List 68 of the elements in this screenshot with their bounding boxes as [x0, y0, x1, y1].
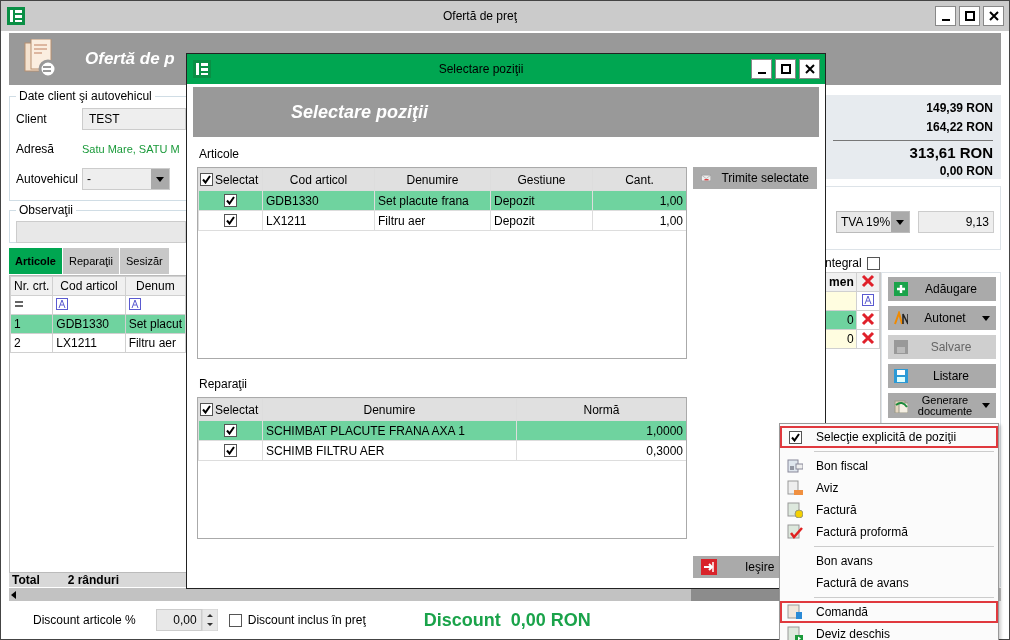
column-header[interactable]: Cod articol — [52, 276, 126, 296]
discount-label: Discount — [423, 609, 501, 631]
field-label: Client — [16, 112, 48, 126]
vat-combo-box[interactable]: TVA 19% — [836, 211, 910, 233]
column-header[interactable]: Denumire — [262, 398, 517, 421]
table-row[interactable]: SCHIMB FILTRU AER 0,3000 — [198, 440, 686, 461]
table-row[interactable]: 2 LX1211 Filtru aer — [10, 333, 186, 353]
window-title: Selectare poziţii — [437, 62, 525, 76]
table-row[interactable]: 1 GDB1330 Set placut — [10, 314, 186, 334]
tab[interactable]: Articole — [9, 248, 62, 274]
row-count: 2 rânduri — [66, 573, 119, 587]
menu-item[interactable]: Bon fiscal — [780, 455, 998, 477]
menu-item[interactable]: Selecţie explicită de poziţii — [780, 426, 998, 448]
field-label: Autovehicul — [16, 172, 80, 186]
column-header[interactable]: Gestiune — [490, 168, 593, 191]
table-row[interactable]: SCHIMBAT PLACUTE FRANA AXA 1 1,0000 — [198, 420, 686, 441]
text-field[interactable]: TEST — [82, 108, 186, 130]
table-cell: 2 — [10, 333, 53, 353]
table-row[interactable]: GDB1330 Set placute frana Depozit 1,00 — [198, 190, 686, 211]
discount-value: 0,00 RON — [510, 609, 591, 631]
menu-item[interactable]: Comandă — [780, 601, 998, 623]
group-title: Date client şi autovehicul — [18, 89, 153, 103]
menu-item[interactable]: Factură proformă — [780, 521, 998, 543]
generate-documents-button[interactable]: Generare documente — [888, 393, 996, 418]
menu-item[interactable]: Factură — [780, 499, 998, 521]
column-header[interactable]: Cod articol — [262, 168, 375, 191]
total-amount: 149,39 RON — [926, 100, 993, 117]
total-label: Total — [11, 573, 41, 587]
add-button[interactable]: Adăugare — [888, 277, 996, 301]
tab[interactable]: Sesizăr — [120, 248, 169, 274]
table-cell: Filtru aer — [125, 333, 186, 353]
table-cell: Depozit — [490, 210, 593, 231]
autonet-button[interactable]: Autonet — [888, 306, 996, 330]
total-amount: 0,00 RON — [939, 163, 993, 180]
table-cell: LX1211 — [262, 210, 375, 231]
table-row[interactable]: 0 — [825, 310, 880, 330]
total-amount: 164,22 RON — [926, 119, 993, 136]
field-label: Adresă — [16, 142, 56, 156]
table-cell: LX1211 — [52, 333, 126, 353]
table-cell: 1 — [10, 314, 53, 334]
table-row[interactable]: 0 — [825, 329, 880, 349]
send-selected-button[interactable]: Trimite selectate — [693, 167, 817, 189]
field-label: Discount articole % — [33, 613, 136, 627]
header-title: Ofertă de p — [85, 49, 175, 69]
column-header[interactable]: Normă — [516, 398, 686, 421]
column-header[interactable]: Cant. — [592, 168, 686, 191]
tab[interactable]: Reparaţii — [62, 248, 119, 274]
section-label: Articole — [199, 147, 240, 161]
checkbox-label: ntegral — [825, 256, 862, 270]
menu-item[interactable]: Aviz — [780, 477, 998, 499]
section-label: Reparaţii — [199, 377, 249, 391]
column-header[interactable]: men — [825, 272, 857, 292]
menu-item[interactable]: Deviz deschis — [780, 623, 998, 640]
amount-field[interactable]: 9,13 — [918, 211, 994, 233]
column-header[interactable]: Denumire — [374, 168, 491, 191]
print-button[interactable]: Listare — [888, 364, 996, 388]
table-cell: Filtru aer — [374, 210, 491, 231]
total-amount: 313,61 RON — [909, 143, 993, 162]
table-row[interactable]: LX1211 Filtru aer Depozit 1,00 — [198, 210, 686, 231]
combo-box[interactable]: - — [82, 168, 170, 190]
table-cell: SCHIMB FILTRU AER — [262, 440, 517, 461]
window-title: Ofertă de preţ — [441, 9, 518, 23]
address-link[interactable]: Satu Mare, SATU M — [82, 143, 180, 155]
group-title: Observaţii — [18, 203, 75, 217]
header-title: Selectare poziţii — [291, 101, 429, 123]
checkbox-label: Discount inclus în preţ — [247, 613, 366, 627]
column-header[interactable]: Nr. crt. — [10, 276, 53, 296]
column-header[interactable]: Denum — [125, 276, 186, 296]
